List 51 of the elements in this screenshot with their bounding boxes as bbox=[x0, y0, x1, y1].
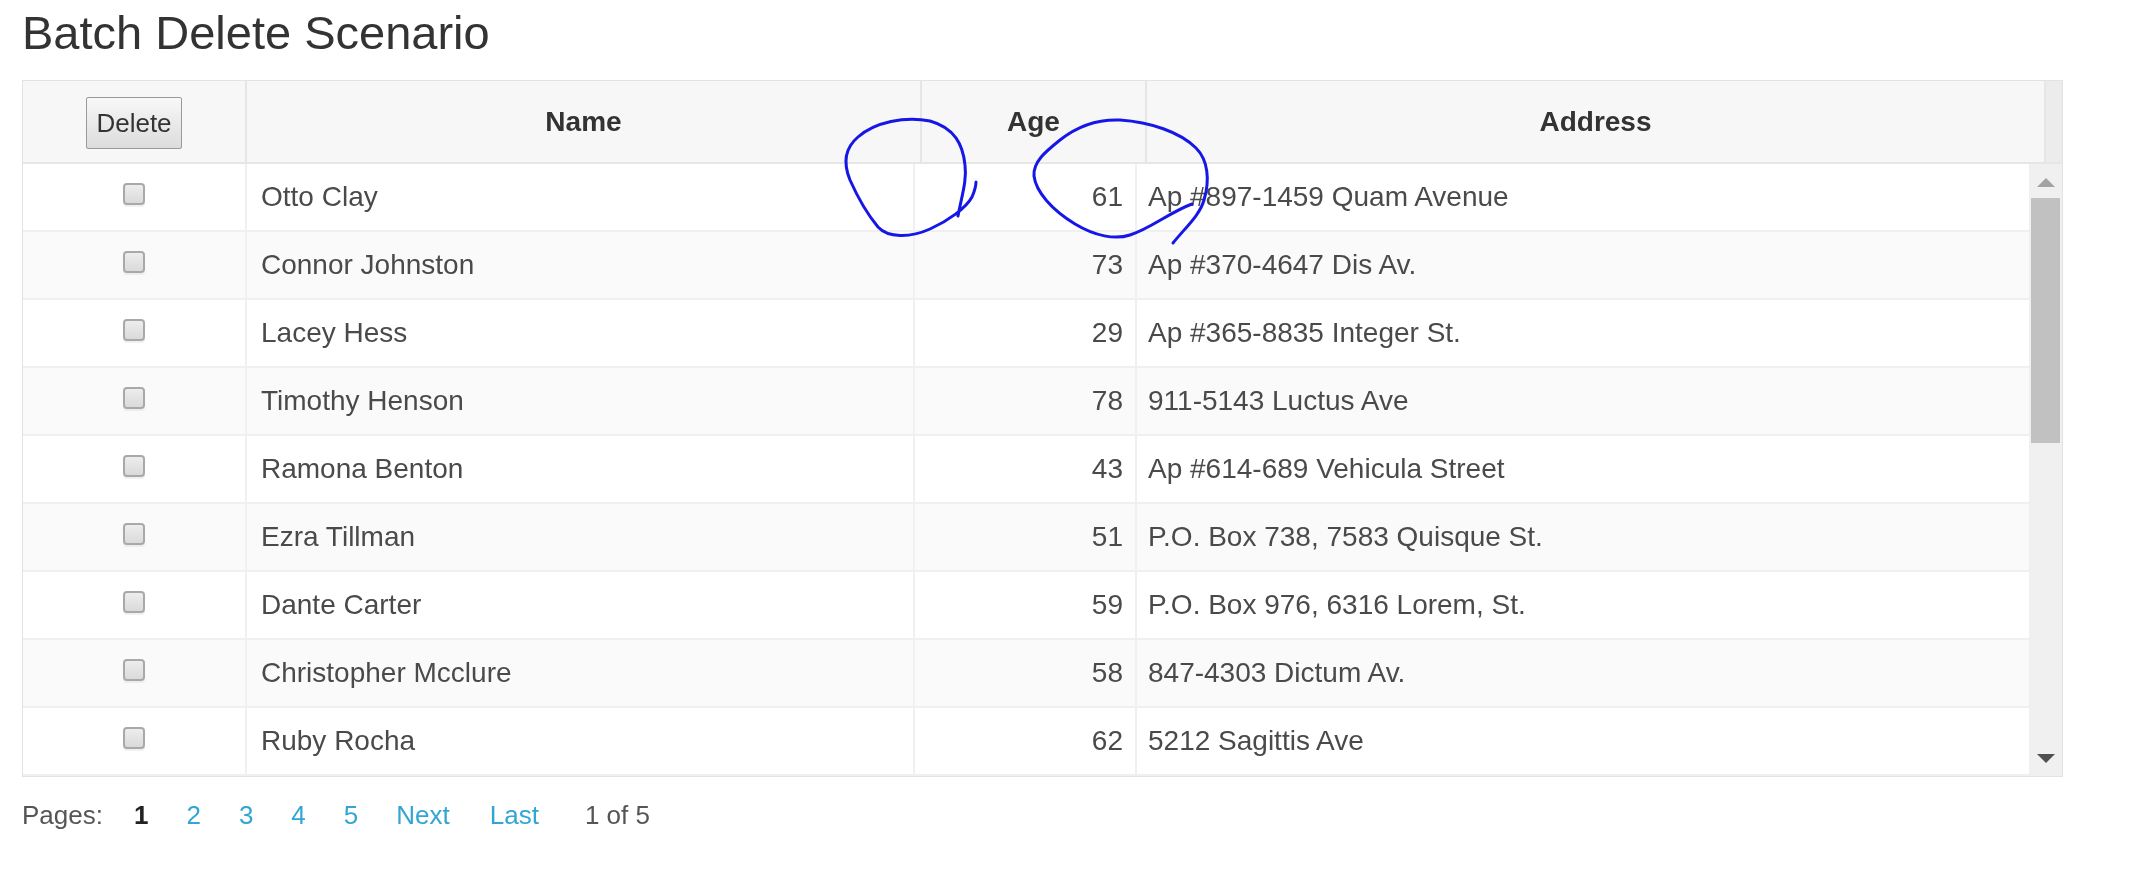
page-link[interactable]: 3 bbox=[238, 797, 254, 833]
scroll-down-icon[interactable] bbox=[2036, 754, 2055, 763]
page-link[interactable]: 4 bbox=[291, 797, 306, 833]
page-link[interactable]: 1 bbox=[133, 797, 149, 833]
table-cell-text: 847-4303 Dictum Av. bbox=[1147, 656, 1407, 690]
column-header: Name bbox=[247, 81, 922, 162]
table-cell: 62 bbox=[915, 708, 1137, 774]
table-cell: Otto Clay bbox=[247, 164, 915, 230]
next-link[interactable]: Next bbox=[396, 797, 450, 833]
table-cell: 43 bbox=[915, 436, 1137, 502]
table-cell: Ruby Rocha bbox=[247, 708, 915, 774]
row-checkbox[interactable] bbox=[123, 659, 145, 681]
table-cell: Ramona Benton bbox=[247, 436, 915, 502]
row-checkbox[interactable] bbox=[123, 251, 145, 273]
row-checkbox[interactable] bbox=[123, 387, 145, 409]
table-cell: Lacey Hess bbox=[247, 300, 915, 366]
page-count: 1 of 5 bbox=[584, 799, 650, 832]
table-cell-text: P.O. Box 976, 6316 Lorem, St. bbox=[1147, 588, 1527, 622]
table-cell: 51 bbox=[915, 504, 1137, 570]
column-header: Age bbox=[922, 81, 1147, 162]
table-cell-text: 5212 Sagittis Ave bbox=[1147, 724, 1365, 758]
row-checkbox[interactable] bbox=[123, 183, 145, 205]
table-cell: 58 bbox=[915, 640, 1137, 706]
table-cell: 73 bbox=[915, 232, 1137, 298]
pages-label: Pages: bbox=[22, 799, 103, 832]
table-cell: 61 bbox=[915, 164, 1137, 230]
scrollbar-thumb[interactable] bbox=[2031, 198, 2060, 443]
last-link[interactable]: Last bbox=[489, 797, 539, 833]
table-cell-text: Ap #365-8835 Integer St. bbox=[1147, 316, 1462, 350]
row-checkbox[interactable] bbox=[123, 523, 145, 545]
delete-button[interactable]: Delete bbox=[86, 96, 182, 149]
table-cell: Ezra Tillman bbox=[247, 504, 915, 570]
table-cell: Connor Johnston bbox=[247, 232, 915, 298]
table-cell-text: Ap #614-689 Vehicula Street bbox=[1147, 452, 1506, 486]
table-cell: Dante Carter bbox=[247, 572, 915, 638]
table-cell: 29 bbox=[915, 300, 1137, 366]
table-cell: Christopher Mcclure bbox=[247, 640, 915, 706]
table-cell: Timothy Henson bbox=[247, 368, 915, 434]
row-checkbox[interactable] bbox=[123, 455, 145, 477]
row-checkbox[interactable] bbox=[123, 727, 145, 749]
table-cell-text: Ap #370-4647 Dis Av. bbox=[1147, 248, 1418, 282]
row-checkbox[interactable] bbox=[123, 591, 145, 613]
table-cell-text: 911-5143 Luctus Ave bbox=[1147, 384, 1410, 418]
row-checkbox[interactable] bbox=[123, 319, 145, 341]
table-cell-text: P.O. Box 738, 7583 Quisque St. bbox=[1147, 520, 1544, 554]
scroll-up-icon[interactable] bbox=[2036, 178, 2055, 187]
table-cell: 78 bbox=[915, 368, 1137, 434]
table-cell: 59 bbox=[915, 572, 1137, 638]
page-link[interactable]: 5 bbox=[343, 797, 359, 833]
page-link[interactable]: 2 bbox=[186, 797, 201, 833]
page-title: Batch Delete Scenario bbox=[22, 5, 491, 61]
